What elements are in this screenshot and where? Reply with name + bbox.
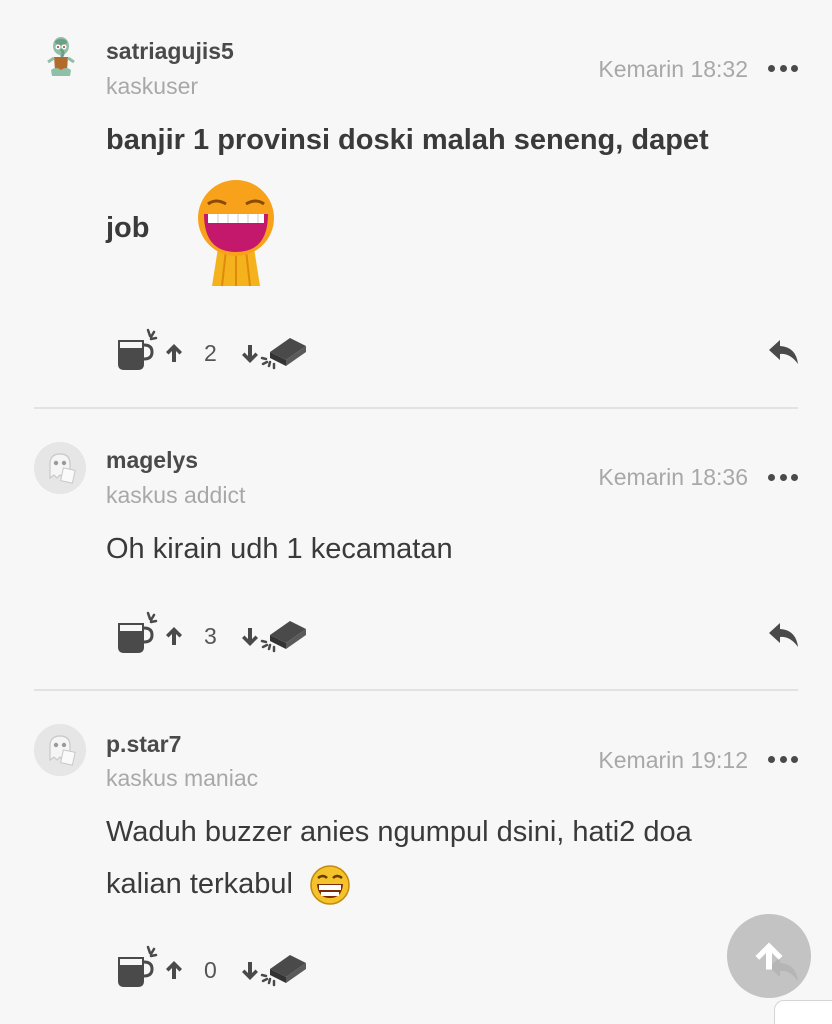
comment-line: banjir 1 provinsi doski malah seneng, da… bbox=[106, 124, 709, 156]
bottom-corner-card[interactable] bbox=[774, 1000, 832, 1024]
comment-line: Oh kirain udh 1 kecamatan bbox=[106, 533, 453, 565]
comment-actions: 0 bbox=[116, 945, 816, 995]
comment-post: satriagujis5 kaskuser Kemarin 18:32 banj… bbox=[0, 0, 832, 408]
more-dots-icon[interactable] bbox=[768, 472, 798, 482]
cendol-cup-icon[interactable] bbox=[116, 945, 160, 989]
comment-text: Waduh buzzer anies ngumpul dsini, hati2 … bbox=[106, 806, 796, 910]
comment-post: magelys kaskus addict Kemarin 18:36 Oh k… bbox=[0, 409, 832, 691]
reply-icon[interactable] bbox=[768, 621, 800, 649]
brick-icon[interactable] bbox=[260, 615, 308, 655]
brick-icon[interactable] bbox=[260, 949, 308, 989]
comment-line: job bbox=[106, 212, 150, 244]
comment-actions: 3 bbox=[116, 611, 816, 661]
comment-feed: satriagujis5 kaskuser Kemarin 18:32 banj… bbox=[0, 0, 832, 1024]
comment-line: kalian terkabul bbox=[106, 868, 293, 900]
arrow-up-icon[interactable] bbox=[162, 958, 186, 982]
default-ghost-avatar[interactable] bbox=[34, 442, 86, 494]
vote-count: 0 bbox=[204, 957, 217, 983]
vote-count: 2 bbox=[204, 340, 217, 366]
more-dots-icon[interactable] bbox=[768, 63, 798, 73]
arrow-up-icon[interactable] bbox=[162, 624, 186, 648]
arrow-down-icon[interactable] bbox=[238, 625, 262, 649]
vote-count: 3 bbox=[204, 623, 217, 649]
user-rank: kaskuser bbox=[106, 73, 199, 99]
arrow-up-icon[interactable] bbox=[162, 341, 186, 365]
grinning-emoticon bbox=[310, 865, 350, 906]
timestamp: Kemarin 18:32 bbox=[598, 56, 748, 82]
timestamp: Kemarin 18:36 bbox=[598, 464, 748, 490]
user-rank: kaskus maniac bbox=[106, 765, 259, 791]
laughing-emoticon bbox=[196, 178, 276, 288]
comment-text: Oh kirain udh 1 kecamatan bbox=[106, 523, 796, 575]
username[interactable]: satriagujis5 bbox=[106, 38, 234, 65]
scroll-to-top-icon bbox=[755, 942, 783, 970]
scroll-to-top-button[interactable] bbox=[727, 914, 811, 998]
cendol-cup-icon[interactable] bbox=[116, 328, 160, 372]
comment-post: p.star7 kaskus maniac Kemarin 19:12 Wadu… bbox=[0, 691, 832, 1024]
timestamp: Kemarin 19:12 bbox=[598, 747, 748, 773]
username[interactable]: magelys bbox=[106, 447, 198, 474]
arrow-down-icon[interactable] bbox=[238, 342, 262, 366]
arrow-down-icon[interactable] bbox=[238, 959, 262, 983]
comment-line: Waduh buzzer anies ngumpul dsini, hati2 … bbox=[106, 816, 692, 848]
default-ghost-avatar[interactable] bbox=[34, 724, 86, 776]
comment-actions: 2 bbox=[116, 328, 816, 378]
more-dots-icon[interactable] bbox=[768, 754, 798, 764]
username[interactable]: p.star7 bbox=[106, 731, 181, 758]
squidward-avatar[interactable] bbox=[34, 30, 86, 82]
brick-icon[interactable] bbox=[260, 332, 308, 372]
user-rank: kaskus addict bbox=[106, 482, 246, 508]
reply-icon[interactable] bbox=[768, 338, 800, 366]
cendol-cup-icon[interactable] bbox=[116, 611, 160, 655]
